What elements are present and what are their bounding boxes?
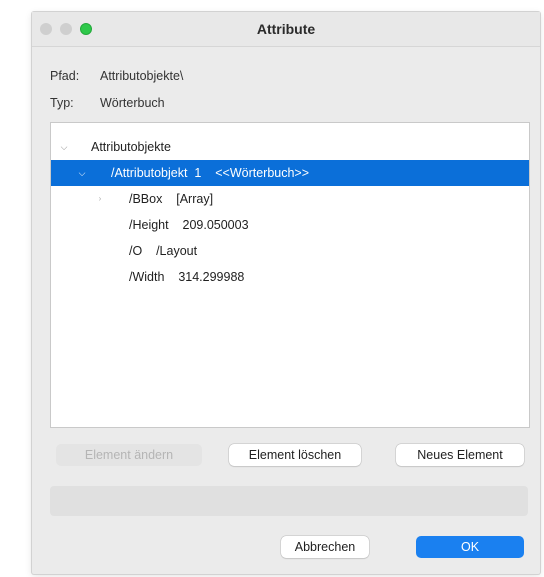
path-row: Pfad: Attributobjekte\	[50, 69, 183, 83]
path-value: Attributobjekte\	[100, 69, 184, 83]
tree-item-label: /BBox [Array]	[129, 192, 214, 206]
title-bar: Attribute	[32, 12, 540, 47]
tree-item-label: /Width 314.299988	[129, 270, 245, 284]
attribute-dialog: Attribute Pfad: Attributobjekte\ Typ: Wört…	[32, 12, 540, 574]
tree-item-label: Attributobjekte	[91, 140, 171, 154]
ok-button[interactable]: OK	[416, 536, 524, 558]
tree-item-height[interactable]: /Height 209.050003	[51, 212, 529, 238]
tree-item-label: /Attributobjekt 1 <<Wörterbuch>>	[111, 166, 310, 180]
tree-item-label: /O /Layout	[129, 244, 198, 258]
chevron-down-icon[interactable]: ⌵	[77, 160, 87, 186]
attribute-tree[interactable]: ⌵ Attributobjekte ⌵ /Attributobjekt 1 <<…	[50, 122, 530, 428]
chevron-right-icon[interactable]: ›	[95, 186, 105, 212]
window-title: Attribute	[256, 21, 316, 37]
type-value: Wörterbuch	[100, 96, 165, 110]
tree-item-root[interactable]: ⌵ Attributobjekte	[51, 134, 529, 160]
type-label: Typ:	[50, 96, 74, 110]
chevron-down-icon[interactable]: ⌵	[59, 134, 69, 160]
tree-item-bbox[interactable]: › /BBox [Array]	[51, 186, 529, 212]
delete-element-button[interactable]: Element löschen	[229, 444, 361, 466]
tree-item-o[interactable]: /O /Layout	[51, 238, 529, 264]
new-element-button[interactable]: Neues Element	[396, 444, 524, 466]
cancel-button[interactable]: Abbrechen	[281, 536, 369, 558]
tree-item-object[interactable]: ⌵ /Attributobjekt 1 <<Wörterbuch>>	[51, 160, 529, 186]
tree-item-label: /Height 209.050003	[129, 218, 249, 232]
path-label: Pfad:	[50, 69, 80, 83]
edit-element-button[interactable]: Element ändern	[56, 444, 202, 466]
type-row: Typ: Wörterbuch	[50, 96, 165, 110]
tree-item-width[interactable]: /Width 314.299988	[51, 264, 529, 290]
status-bar	[50, 486, 528, 516]
